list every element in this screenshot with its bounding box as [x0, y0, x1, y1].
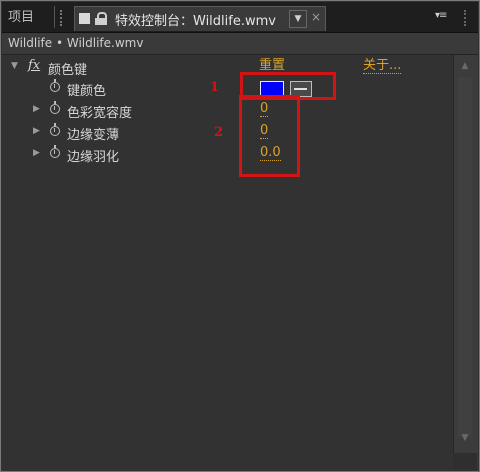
- effects-list: ▼ fx 颜色键 重置 关于... 键颜色 ▶ 色彩宽容度 0 ▶ 边缘变薄 0: [2, 55, 452, 469]
- scroll-down-icon[interactable]: ▼: [458, 433, 472, 445]
- effect-name: 颜色键: [48, 63, 88, 78]
- tab-effect-controls[interactable]: 特效控制台：Wildlife.wmv ▼ ×: [74, 6, 326, 31]
- effect-row-color-key: ▼ fx 颜色键 重置 关于...: [2, 57, 452, 78]
- property-label: 边缘变薄: [67, 128, 120, 143]
- scroll-track[interactable]: [458, 77, 472, 437]
- panel-icon: [79, 13, 90, 24]
- vertical-scrollbar[interactable]: ▲ ▼: [453, 55, 478, 469]
- property-label: 色彩宽容度: [67, 106, 133, 121]
- drag-grip-icon[interactable]: [464, 10, 472, 26]
- property-row-edge-feather: ▶ 边缘羽化 0.0: [2, 144, 452, 165]
- property-label: 键颜色: [67, 84, 107, 99]
- tab-title: 特效控制台：Wildlife.wmv: [115, 14, 276, 29]
- clip-header: Wildlife • Wildlife.wmv: [2, 33, 478, 55]
- about-link[interactable]: 关于...: [363, 58, 402, 74]
- annotation-number: 1: [210, 80, 220, 95]
- expand-arrow-icon[interactable]: ▶: [33, 148, 40, 158]
- clip-name: Wildlife • Wildlife.wmv: [8, 36, 144, 50]
- expand-arrow-icon[interactable]: ▶: [33, 126, 40, 136]
- property-row-color-tolerance: ▶ 色彩宽容度 0: [2, 100, 452, 121]
- annotation-box: [239, 95, 300, 177]
- lock-icon[interactable]: [95, 12, 107, 25]
- panel-tab-bar: 项目 特效控制台：Wildlife.wmv ▼ × ▾≡: [2, 2, 478, 33]
- annotation-number: 2: [214, 125, 224, 140]
- stopwatch-icon[interactable]: [50, 145, 60, 158]
- scroll-up-icon[interactable]: ▲: [458, 61, 472, 73]
- resize-corner: [453, 453, 477, 469]
- property-row-edge-thin: ▶ 边缘变薄 0: [2, 122, 452, 143]
- fx-toggle-icon[interactable]: fx: [28, 58, 40, 73]
- clip-dropdown-button[interactable]: ▼: [289, 10, 307, 28]
- property-label: 边缘羽化: [67, 150, 120, 165]
- close-icon[interactable]: ×: [311, 10, 321, 24]
- tab-project[interactable]: 项目: [8, 8, 34, 28]
- tab-divider: [54, 6, 55, 28]
- stopwatch-icon[interactable]: [50, 79, 60, 92]
- expand-arrow-icon[interactable]: ▶: [33, 104, 40, 114]
- stopwatch-icon[interactable]: [50, 123, 60, 136]
- collapse-arrow-icon[interactable]: ▼: [11, 61, 18, 71]
- property-row-key-color: 键颜色: [2, 78, 452, 99]
- drag-grip-icon[interactable]: [60, 10, 68, 26]
- effect-controls-panel: 项目 特效控制台：Wildlife.wmv ▼ × ▾≡ Wildlife • …: [0, 0, 480, 472]
- stopwatch-icon[interactable]: [50, 101, 60, 114]
- panel-menu-icon[interactable]: ▾≡: [435, 10, 447, 21]
